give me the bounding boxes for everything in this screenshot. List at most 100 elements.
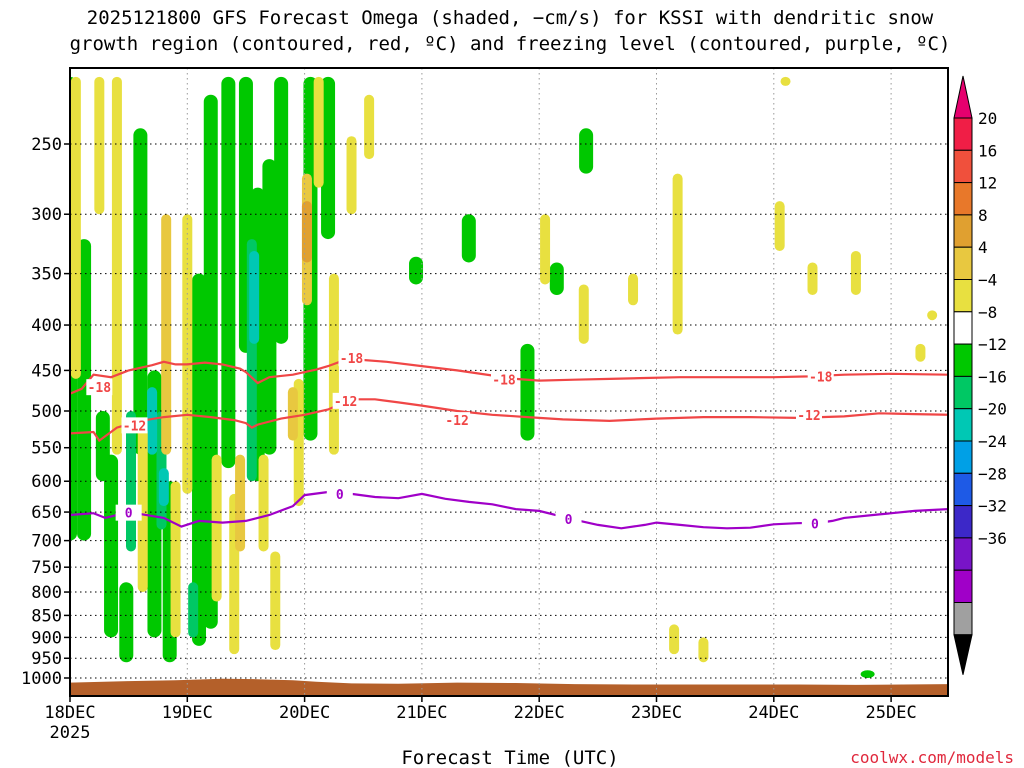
- x-tick-sublabel: 2025: [50, 723, 91, 743]
- colorbar-bin: [953, 182, 973, 216]
- chart-title-line1: 2025121800 GFS Forecast Omega (shaded, −…: [87, 7, 934, 29]
- colorbar-bin: [953, 537, 973, 571]
- x-tick-label: 24DEC: [748, 703, 799, 723]
- omega-region: [698, 637, 709, 663]
- contour-label: -12: [445, 414, 468, 429]
- colorbar-bin: [953, 472, 973, 507]
- colorbar-bin: [953, 279, 973, 313]
- x-tick-label: 21DEC: [396, 703, 447, 723]
- contour-label: -18: [340, 352, 364, 367]
- omega-region: [287, 387, 298, 441]
- colorbar-bottom-arrow: [953, 634, 973, 675]
- omega-region: [119, 582, 134, 663]
- omega-region: [161, 214, 172, 455]
- omega-region: [461, 214, 476, 263]
- omega-region: [111, 76, 122, 455]
- y-tick-label: 750: [31, 558, 62, 578]
- omega-region: [270, 551, 281, 651]
- contour-label: -18: [809, 370, 833, 385]
- colorbar-label: −12: [978, 335, 1007, 354]
- omega-region: [170, 481, 181, 638]
- y-tick-label: 800: [31, 583, 62, 603]
- omega-region: [364, 94, 375, 160]
- y-tick-label: 450: [31, 361, 62, 381]
- colorbar-bin: [953, 117, 973, 151]
- chart-title-line2: growth region (contoured, red, ºC) and f…: [70, 33, 951, 55]
- omega-region: [409, 256, 424, 285]
- colorbar-legend: 20 16 12 8 4 −4 −8 −12 −16 −20 −24 −28 −32 −36: [953, 75, 1007, 675]
- omega-region: [301, 201, 312, 263]
- colorbar-bin: [953, 149, 973, 184]
- y-tick-label: 550: [31, 439, 62, 459]
- colorbar-label: −28: [978, 464, 1007, 483]
- colorbar-label: −36: [978, 529, 1007, 548]
- colorbar-label: −8: [978, 303, 997, 322]
- omega-region: [860, 670, 875, 679]
- omega-region: [221, 76, 236, 469]
- colorbar-bin: [953, 505, 973, 539]
- surface-terrain: [70, 678, 948, 696]
- colorbar-label: −16: [978, 367, 1007, 386]
- omega-region: [579, 128, 594, 174]
- omega-region: [104, 454, 119, 638]
- colorbar-label: 4: [978, 238, 988, 257]
- x-tick-label: 22DEC: [514, 703, 565, 723]
- x-tick-label: 19DEC: [162, 703, 213, 723]
- y-tick-label: 950: [31, 649, 62, 669]
- x-tick-label: 25DEC: [866, 703, 917, 723]
- y-tick-label: 250: [31, 135, 62, 155]
- colorbar-label: 20: [978, 109, 997, 128]
- omega-region: [672, 173, 683, 335]
- omega-region: [211, 454, 222, 602]
- omega-region: [807, 262, 818, 296]
- y-tick-label: 850: [31, 606, 62, 626]
- y-tick-label: 900: [31, 628, 62, 648]
- colorbar-bin: [953, 343, 973, 377]
- y-tick-label: 350: [31, 265, 62, 285]
- colorbar-label: −24: [978, 432, 1007, 451]
- omega-region: [520, 343, 535, 441]
- contour-label: -12: [334, 395, 357, 410]
- omega-region: [578, 284, 589, 344]
- omega-region: [94, 76, 105, 215]
- contour-label: -12: [797, 409, 820, 424]
- colorbar-bin: [953, 311, 973, 345]
- omega-region: [274, 76, 289, 344]
- colorbar-bin: [953, 440, 973, 474]
- contour-label: 0: [565, 513, 573, 528]
- contour-label: -18: [88, 381, 112, 396]
- omega-region: [669, 624, 680, 655]
- omega-region: [549, 262, 564, 296]
- y-tick-label: 500: [31, 402, 62, 422]
- colorbar-bin: [953, 246, 973, 280]
- omega-region: [95, 411, 110, 482]
- omega-region: [188, 582, 199, 638]
- colorbar-label: −20: [978, 400, 1007, 419]
- colorbar-label: 12: [978, 174, 997, 193]
- x-tick-label: 18DEC: [44, 703, 95, 723]
- y-tick-label: 650: [31, 503, 62, 523]
- omega-region: [235, 454, 246, 552]
- y-tick-label: 300: [31, 205, 62, 225]
- omega-region: [915, 343, 926, 362]
- colorbar-bin: [953, 569, 973, 604]
- colorbar-label: 8: [978, 206, 988, 225]
- omega-region: [850, 250, 861, 296]
- time-axis: 18DEC2025 19DEC 20DEC 21DEC 22DEC 23DEC 24DEC 2…: [44, 696, 917, 743]
- y-tick-label: 600: [31, 472, 62, 492]
- contour-label: 0: [125, 507, 133, 522]
- omega-region: [628, 273, 639, 306]
- colorbar-bin: [953, 602, 973, 636]
- y-tick-label: 1000: [21, 669, 62, 689]
- omega-region: [158, 468, 169, 507]
- colorbar-bin: [953, 408, 973, 442]
- colorbar-bin: [953, 375, 973, 410]
- omega-region: [927, 310, 938, 321]
- x-tick-label: 23DEC: [631, 703, 682, 723]
- x-tick-label: 20DEC: [279, 703, 330, 723]
- colorbar-label: 16: [978, 141, 997, 160]
- omega-region: [774, 201, 785, 251]
- omega-time-height-chart: 2025121800 GFS Forecast Omega (shaded, −…: [21, 7, 1014, 768]
- omega-region: [346, 136, 357, 215]
- omega-region: [780, 76, 791, 86]
